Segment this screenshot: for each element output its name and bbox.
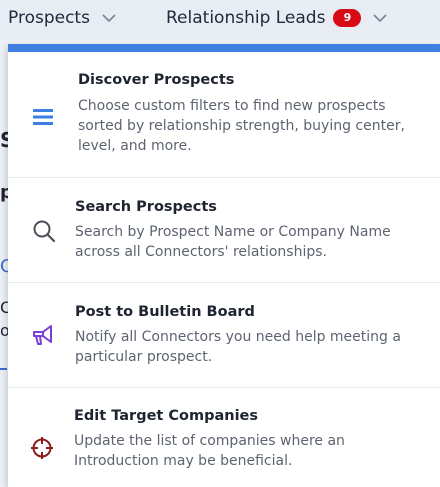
menu-item-title: Search Prospects bbox=[75, 199, 217, 215]
menu-item-discover-prospects[interactable]: Discover Prospects Choose custom filters… bbox=[8, 52, 440, 178]
menu-item-description: Choose custom filters to find new prospe… bbox=[78, 98, 405, 154]
menu-item-title: Post to Bulletin Board bbox=[75, 304, 255, 320]
menu-item-title: Edit Target Companies bbox=[74, 408, 259, 424]
relationship-leads-nav-menu[interactable]: Relationship Leads 9 bbox=[166, 8, 388, 28]
menu-item-search-prospects[interactable]: Search Prospects Search by Prospect Name… bbox=[8, 178, 440, 283]
relationship-leads-nav-label: Relationship Leads bbox=[166, 8, 326, 28]
background-text-fragment: S bbox=[0, 128, 8, 152]
menu-lines-icon bbox=[30, 104, 56, 130]
menu-item-description: Notify all Connectors you need help meet… bbox=[75, 329, 401, 365]
background-text-fragment: o bbox=[0, 321, 8, 340]
menu-item-edit-target-companies[interactable]: Edit Target Companies Update the list of… bbox=[8, 388, 440, 487]
menu-item-post-bulletin-board[interactable]: Post to Bulletin Board Notify all Connec… bbox=[8, 283, 440, 388]
search-icon bbox=[31, 218, 57, 244]
menu-item-description: Search by Prospect Name or Company Name … bbox=[75, 224, 391, 260]
menu-item-title: Discover Prospects bbox=[78, 72, 235, 88]
prospects-nav-menu[interactable]: Prospects bbox=[8, 8, 116, 28]
background-text-fragment: p bbox=[0, 182, 8, 203]
background-text-fragment: C bbox=[0, 298, 8, 317]
prospects-dropdown-menu: Discover Prospects Choose custom filters… bbox=[8, 44, 440, 487]
leads-count-badge: 9 bbox=[333, 9, 362, 27]
chevron-down-icon bbox=[373, 13, 388, 23]
chevron-down-icon bbox=[102, 13, 116, 23]
background-divider bbox=[0, 368, 7, 370]
background-text-fragment: C bbox=[0, 256, 8, 277]
crosshair-icon bbox=[29, 435, 55, 461]
prospects-nav-label: Prospects bbox=[8, 8, 90, 28]
megaphone-icon bbox=[30, 322, 56, 348]
top-navigation: Prospects Relationship Leads 9 bbox=[0, 0, 440, 40]
menu-item-description: Update the list of companies where an In… bbox=[74, 433, 345, 469]
